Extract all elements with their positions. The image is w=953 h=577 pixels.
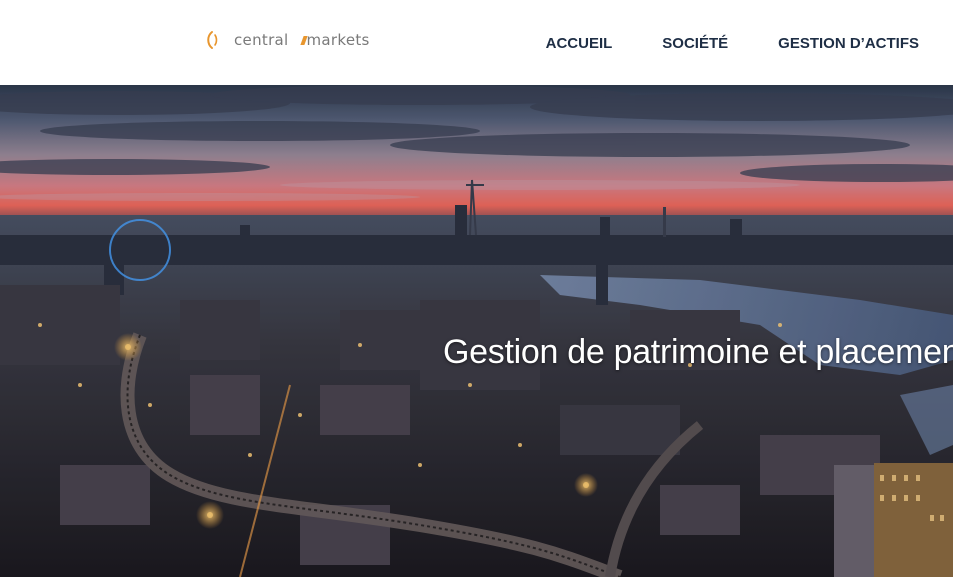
brand-name-markets: markets — [306, 31, 370, 49]
nav-item-accueil[interactable]: ACCUEIL — [546, 35, 613, 52]
nav-item-gestion-actifs[interactable]: GESTION D’ACTIFS — [778, 35, 919, 52]
hero-banner: Gestion de patrimoine et placemen — [0, 85, 953, 577]
central-markets-logo-icon — [207, 31, 218, 49]
nav-item-societe[interactable]: SOCIÉTÉ — [662, 35, 728, 52]
brand-name-central: central — [234, 31, 289, 49]
hero-background-image — [0, 85, 953, 577]
hero-title: Gestion de patrimoine et placemen — [443, 333, 953, 371]
main-navigation: ACCUEIL SOCIÉTÉ GESTION D’ACTIFS — [496, 33, 953, 53]
brand-logo[interactable]: central markets — [206, 28, 370, 52]
site-header: central markets ACCUEIL SOCIÉTÉ GESTION … — [0, 0, 953, 85]
